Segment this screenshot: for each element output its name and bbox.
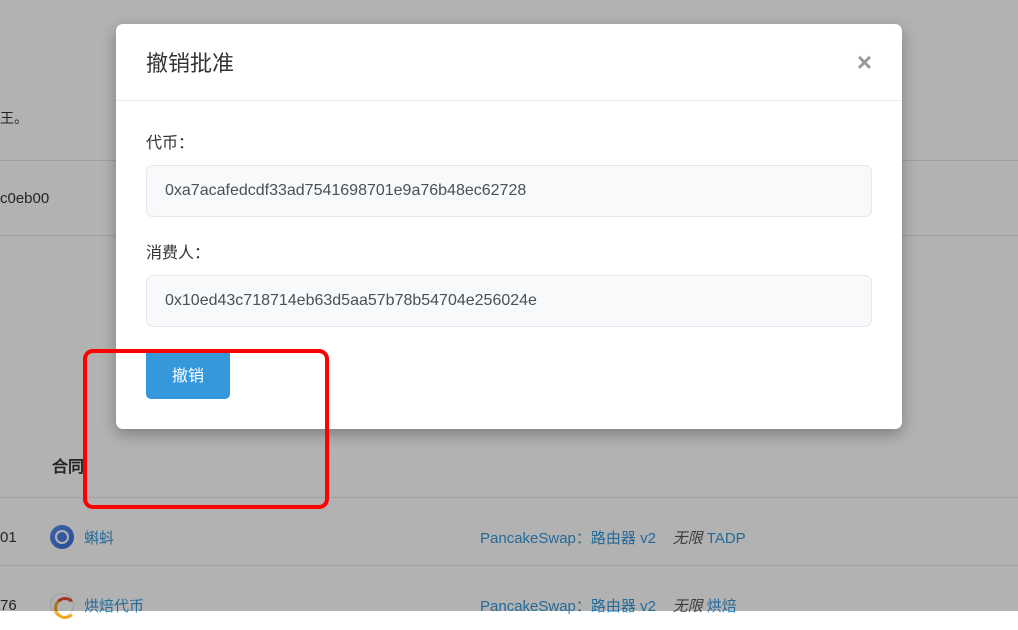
token-address-input[interactable]: [146, 165, 872, 217]
modal-title: 撤销批准: [146, 46, 234, 78]
modal-header: 撤销批准 ×: [116, 24, 902, 101]
revoke-button[interactable]: 撤销: [146, 349, 230, 399]
modal-body: 代币： 消费人： 撤销: [116, 101, 902, 429]
spender-address-input[interactable]: [146, 275, 872, 327]
close-button[interactable]: ×: [857, 49, 872, 75]
revoke-approval-modal: 撤销批准 × 代币： 消费人： 撤销: [116, 24, 902, 429]
token-label: 代币：: [146, 129, 872, 153]
spender-label: 消费人：: [146, 239, 872, 263]
